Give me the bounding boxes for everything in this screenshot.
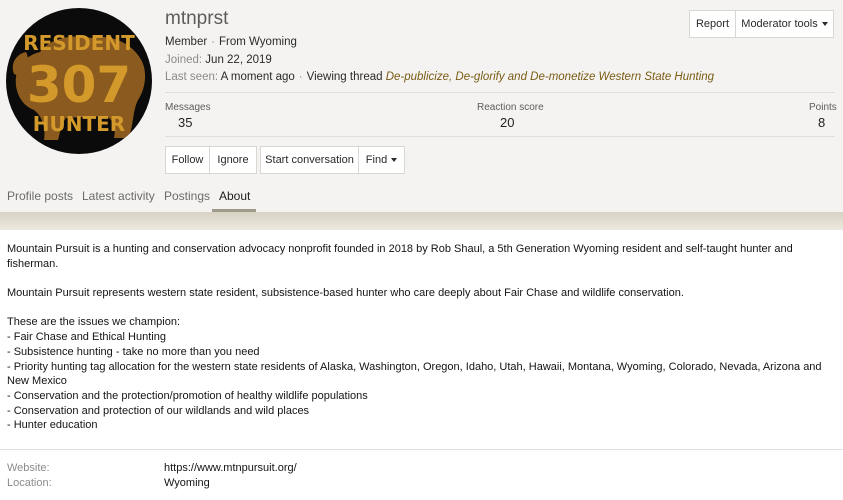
avatar-logo: RESIDENT 307 HUNTER	[12, 31, 146, 140]
points-label: Points	[809, 102, 837, 113]
member-location: From Wyoming	[219, 36, 297, 48]
joined-line: Joined: Jun 22, 2019	[165, 54, 272, 66]
list-item: - Hunter education	[7, 419, 98, 432]
stats-divider-top	[165, 92, 835, 93]
tab-latest-activity[interactable]: Latest activity	[82, 189, 155, 203]
website-label: Website:	[7, 462, 50, 474]
moderator-tools-button[interactable]: Moderator tools	[735, 10, 834, 38]
member-info-line: Member · From Wyoming	[165, 36, 297, 48]
tab-profile-posts[interactable]: Profile posts	[7, 189, 73, 203]
list-item: - Priority hunting tag allocation for th…	[7, 360, 822, 388]
last-seen-value: A moment ago	[220, 71, 295, 83]
separator-dot: ·	[211, 36, 216, 48]
issues-list: - Fair Chase and Ethical Hunting - Subsi…	[7, 330, 833, 433]
follow-label: Follow	[171, 154, 204, 166]
profile-header: RESIDENT 307 HUNTER mtnprst Member · From …	[0, 0, 843, 212]
avatar-text-bottom: HUNTER	[33, 112, 125, 136]
ignore-button[interactable]: Ignore	[209, 146, 257, 174]
website-link[interactable]: https://www.mtnpursuit.org/	[164, 462, 297, 474]
member-role: Member	[165, 36, 208, 48]
messages-label: Messages	[165, 102, 211, 113]
list-item: - Conservation and the protection/promot…	[7, 390, 368, 402]
issues-intro: These are the issues we champion:	[7, 316, 181, 329]
start-conversation-button[interactable]: Start conversation	[260, 146, 359, 174]
chevron-down-icon	[391, 158, 398, 162]
moderator-tools-label: Moderator tools	[741, 18, 818, 30]
tab-postings[interactable]: Postings	[164, 189, 210, 203]
chevron-down-icon	[821, 22, 828, 26]
follow-button[interactable]: Follow	[165, 146, 210, 174]
location-label: Location:	[7, 477, 52, 489]
section-divider	[0, 212, 843, 230]
points-value[interactable]: 8	[818, 115, 825, 130]
activity-thread-link[interactable]: De-publicize, De-glorify and De-monetize…	[386, 71, 714, 83]
location-value: Wyoming	[164, 477, 210, 489]
about-paragraph: Mountain Pursuit is a hunting and conser…	[7, 243, 793, 270]
joined-label: Joined:	[165, 54, 203, 66]
username: mtnprst	[165, 8, 229, 29]
ignore-label: Ignore	[217, 154, 249, 166]
about-paragraph: Mountain Pursuit represents western stat…	[7, 287, 684, 300]
activity-text: Viewing thread	[306, 71, 383, 83]
find-label: Find	[365, 154, 388, 166]
separator-dot: ·	[298, 71, 303, 83]
tab-about[interactable]: About	[219, 189, 250, 203]
last-seen-label: Last seen:	[165, 71, 219, 83]
find-button[interactable]: Find	[358, 146, 405, 174]
list-item: - Subsistence hunting - take no more tha…	[7, 345, 260, 358]
about-content: Mountain Pursuit is a hunting and conser…	[7, 242, 833, 433]
report-button[interactable]: Report	[689, 10, 736, 38]
start-conversation-label: Start conversation	[265, 154, 354, 166]
info-divider	[0, 449, 843, 450]
messages-value[interactable]: 35	[178, 115, 192, 130]
report-label: Report	[695, 18, 730, 30]
avatar[interactable]: RESIDENT 307 HUNTER	[6, 8, 152, 154]
list-item: - Fair Chase and Ethical Hunting	[7, 331, 166, 344]
reaction-score-value[interactable]: 20	[500, 115, 514, 130]
stats-divider-bottom	[165, 136, 835, 137]
joined-value: Jun 22, 2019	[205, 54, 272, 66]
avatar-text-middle: 307	[27, 56, 131, 114]
list-item: - Conservation and protection of our wil…	[7, 404, 310, 417]
last-seen-line: Last seen: A moment ago · Viewing thread D…	[165, 71, 714, 83]
avatar-text-top: RESIDENT	[23, 31, 135, 55]
reaction-score-label: Reaction score	[477, 102, 544, 113]
